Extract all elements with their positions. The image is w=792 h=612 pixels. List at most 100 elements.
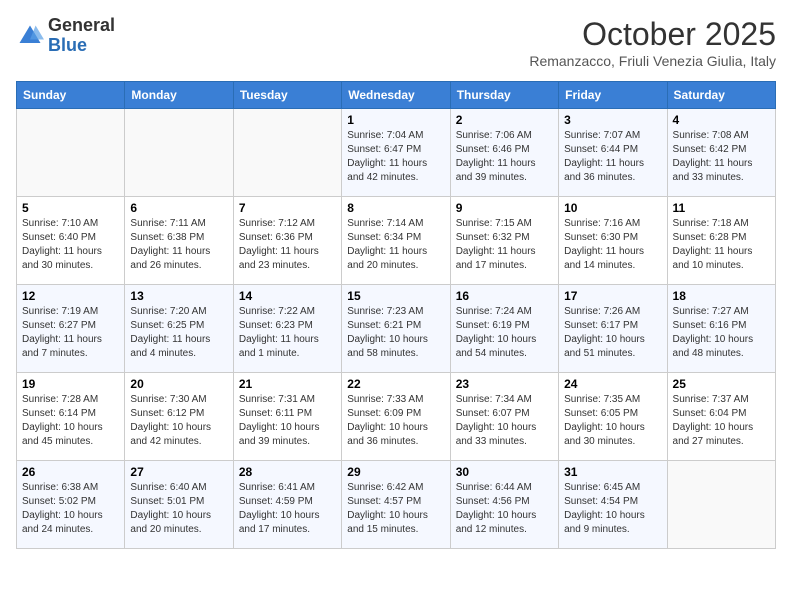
- day-info: Sunrise: 6:45 AM Sunset: 4:54 PM Dayligh…: [564, 481, 661, 537]
- day-cell: 1 Sunrise: 7:04 AM Sunset: 6:47 PM Daylig…: [342, 109, 450, 197]
- week-row-2: 5 Sunrise: 7:10 AM Sunset: 6:40 PM Daylig…: [17, 197, 776, 285]
- day-info: Sunrise: 6:44 AM Sunset: 4:56 PM Dayligh…: [456, 481, 553, 537]
- day-number: 19: [22, 377, 119, 391]
- day-info: Sunrise: 7:27 AM Sunset: 6:16 PM Dayligh…: [673, 305, 770, 361]
- day-info: Sunrise: 7:30 AM Sunset: 6:12 PM Dayligh…: [130, 393, 227, 449]
- day-number: 13: [130, 289, 227, 303]
- day-number: 9: [456, 201, 553, 215]
- day-cell: 12 Sunrise: 7:19 AM Sunset: 6:27 PM Dayli…: [17, 285, 125, 373]
- logo-blue: Blue: [48, 35, 87, 55]
- col-header-wednesday: Wednesday: [342, 82, 450, 109]
- day-cell: 23 Sunrise: 7:34 AM Sunset: 6:07 PM Dayli…: [450, 373, 558, 461]
- day-number: 8: [347, 201, 444, 215]
- day-info: Sunrise: 7:24 AM Sunset: 6:19 PM Dayligh…: [456, 305, 553, 361]
- day-cell: 20Sunrise: 7:30 AM Sunset: 6:12 PM Dayli…: [125, 373, 233, 461]
- day-cell: 7 Sunrise: 7:12 AM Sunset: 6:36 PM Daylig…: [233, 197, 341, 285]
- month-title: October 2025: [529, 16, 776, 53]
- day-cell: 17 Sunrise: 7:26 AM Sunset: 6:17 PM Dayli…: [559, 285, 667, 373]
- day-cell: 24Sunrise: 7:35 AM Sunset: 6:05 PM Dayli…: [559, 373, 667, 461]
- day-number: 26: [22, 465, 119, 479]
- day-cell: 19 Sunrise: 7:28 AM Sunset: 6:14 PM Dayli…: [17, 373, 125, 461]
- day-number: 6: [130, 201, 227, 215]
- day-info: Sunrise: 7:26 AM Sunset: 6:17 PM Dayligh…: [564, 305, 661, 361]
- day-number: 17: [564, 289, 661, 303]
- day-number: 1: [347, 113, 444, 127]
- col-header-sunday: Sunday: [17, 82, 125, 109]
- day-number: 28: [239, 465, 336, 479]
- day-info: Sunrise: 7:15 AM Sunset: 6:32 PM Dayligh…: [456, 217, 553, 273]
- day-cell: 10 Sunrise: 7:16 AM Sunset: 6:30 PM Dayli…: [559, 197, 667, 285]
- day-info: Sunrise: 7:11 AM Sunset: 6:38 PM Dayligh…: [130, 217, 227, 273]
- day-number: 30: [456, 465, 553, 479]
- col-header-monday: Monday: [125, 82, 233, 109]
- day-cell: 27Sunrise: 6:40 AM Sunset: 5:01 PM Dayli…: [125, 461, 233, 549]
- day-info: Sunrise: 7:16 AM Sunset: 6:30 PM Dayligh…: [564, 217, 661, 273]
- day-cell: [17, 109, 125, 197]
- day-number: 11: [673, 201, 770, 215]
- day-number: 24: [564, 377, 661, 391]
- logo-general: General: [48, 15, 115, 35]
- day-info: Sunrise: 6:41 AM Sunset: 4:59 PM Dayligh…: [239, 481, 336, 537]
- day-info: Sunrise: 7:34 AM Sunset: 6:07 PM Dayligh…: [456, 393, 553, 449]
- week-row-5: 26 Sunrise: 6:38 AM Sunset: 5:02 PM Dayli…: [17, 461, 776, 549]
- logo: General Blue: [16, 16, 115, 56]
- day-info: Sunrise: 7:04 AM Sunset: 6:47 PM Dayligh…: [347, 129, 444, 185]
- day-cell: 15 Sunrise: 7:23 AM Sunset: 6:21 PM Dayli…: [342, 285, 450, 373]
- day-number: 21: [239, 377, 336, 391]
- day-cell: [667, 461, 775, 549]
- day-number: 16: [456, 289, 553, 303]
- day-cell: 9 Sunrise: 7:15 AM Sunset: 6:32 PM Daylig…: [450, 197, 558, 285]
- day-info: Sunrise: 7:12 AM Sunset: 6:36 PM Dayligh…: [239, 217, 336, 273]
- day-number: 23: [456, 377, 553, 391]
- day-cell: 5 Sunrise: 7:10 AM Sunset: 6:40 PM Daylig…: [17, 197, 125, 285]
- day-cell: 16 Sunrise: 7:24 AM Sunset: 6:19 PM Dayli…: [450, 285, 558, 373]
- col-header-thursday: Thursday: [450, 82, 558, 109]
- day-number: 3: [564, 113, 661, 127]
- day-info: Sunrise: 6:40 AM Sunset: 5:01 PM Dayligh…: [130, 481, 227, 537]
- day-number: 12: [22, 289, 119, 303]
- day-cell: 14 Sunrise: 7:22 AM Sunset: 6:23 PM Dayli…: [233, 285, 341, 373]
- day-cell: 11Sunrise: 7:18 AM Sunset: 6:28 PM Dayli…: [667, 197, 775, 285]
- day-info: Sunrise: 7:19 AM Sunset: 6:27 PM Dayligh…: [22, 305, 119, 361]
- day-number: 25: [673, 377, 770, 391]
- day-number: 5: [22, 201, 119, 215]
- day-number: 18: [673, 289, 770, 303]
- day-cell: 31 Sunrise: 6:45 AM Sunset: 4:54 PM Dayli…: [559, 461, 667, 549]
- day-number: 7: [239, 201, 336, 215]
- day-cell: [125, 109, 233, 197]
- day-number: 10: [564, 201, 661, 215]
- day-cell: 6 Sunrise: 7:11 AM Sunset: 6:38 PM Daylig…: [125, 197, 233, 285]
- day-cell: 28 Sunrise: 6:41 AM Sunset: 4:59 PM Dayli…: [233, 461, 341, 549]
- day-info: Sunrise: 7:06 AM Sunset: 6:46 PM Dayligh…: [456, 129, 553, 185]
- col-header-tuesday: Tuesday: [233, 82, 341, 109]
- day-cell: 2 Sunrise: 7:06 AM Sunset: 6:46 PM Daylig…: [450, 109, 558, 197]
- day-number: 29: [347, 465, 444, 479]
- day-info: Sunrise: 7:23 AM Sunset: 6:21 PM Dayligh…: [347, 305, 444, 361]
- day-cell: 21 Sunrise: 7:31 AM Sunset: 6:11 PM Dayli…: [233, 373, 341, 461]
- day-number: 31: [564, 465, 661, 479]
- day-info: Sunrise: 6:38 AM Sunset: 5:02 PM Dayligh…: [22, 481, 119, 537]
- col-header-friday: Friday: [559, 82, 667, 109]
- day-cell: 13 Sunrise: 7:20 AM Sunset: 6:25 PM Dayli…: [125, 285, 233, 373]
- day-info: Sunrise: 7:31 AM Sunset: 6:11 PM Dayligh…: [239, 393, 336, 449]
- day-info: Sunrise: 7:28 AM Sunset: 6:14 PM Dayligh…: [22, 393, 119, 449]
- day-cell: 18 Sunrise: 7:27 AM Sunset: 6:16 PM Dayli…: [667, 285, 775, 373]
- day-cell: 22 Sunrise: 7:33 AM Sunset: 6:09 PM Dayli…: [342, 373, 450, 461]
- day-number: 2: [456, 113, 553, 127]
- day-info: Sunrise: 7:33 AM Sunset: 6:09 PM Dayligh…: [347, 393, 444, 449]
- location: Remanzacco, Friuli Venezia Giulia, Italy: [529, 53, 776, 69]
- day-number: 22: [347, 377, 444, 391]
- title-block: October 2025 Remanzacco, Friuli Venezia …: [529, 16, 776, 69]
- day-info: Sunrise: 7:37 AM Sunset: 6:04 PM Dayligh…: [673, 393, 770, 449]
- day-info: Sunrise: 7:22 AM Sunset: 6:23 PM Dayligh…: [239, 305, 336, 361]
- logo-text: General Blue: [48, 16, 115, 56]
- day-number: 15: [347, 289, 444, 303]
- day-info: Sunrise: 7:10 AM Sunset: 6:40 PM Dayligh…: [22, 217, 119, 273]
- page-header: General Blue October 2025 Remanzacco, Fr…: [16, 16, 776, 69]
- day-cell: 3Sunrise: 7:07 AM Sunset: 6:44 PM Daylig…: [559, 109, 667, 197]
- day-cell: 25 Sunrise: 7:37 AM Sunset: 6:04 PM Dayli…: [667, 373, 775, 461]
- day-info: Sunrise: 7:20 AM Sunset: 6:25 PM Dayligh…: [130, 305, 227, 361]
- day-info: Sunrise: 7:14 AM Sunset: 6:34 PM Dayligh…: [347, 217, 444, 273]
- week-row-3: 12 Sunrise: 7:19 AM Sunset: 6:27 PM Dayli…: [17, 285, 776, 373]
- day-number: 14: [239, 289, 336, 303]
